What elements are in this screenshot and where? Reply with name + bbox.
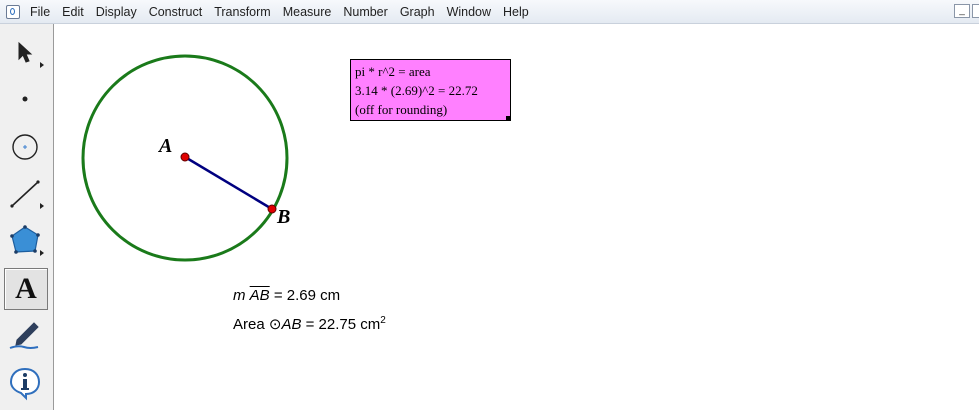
area-circle: AB bbox=[281, 316, 302, 333]
geometry-layer bbox=[81, 54, 289, 262]
menu-construct[interactable]: Construct bbox=[149, 5, 203, 19]
area-prefix: Area bbox=[233, 316, 265, 333]
submenu-arrow-icon bbox=[40, 203, 44, 209]
information-tool[interactable] bbox=[4, 362, 48, 404]
point-tool[interactable] bbox=[4, 78, 48, 120]
length-measurement[interactable]: m AB = 2.69 cm bbox=[233, 287, 340, 304]
caption-line-3: (off for rounding) bbox=[355, 102, 448, 117]
length-prefix: m bbox=[233, 287, 246, 304]
point-tool-icon bbox=[22, 96, 28, 102]
polygon-tool[interactable] bbox=[4, 220, 48, 262]
arrow-tool[interactable] bbox=[4, 32, 48, 74]
minimize-button[interactable]: _ bbox=[954, 4, 970, 18]
marker-tool-icon bbox=[9, 322, 39, 349]
caption-box[interactable]: pi * r^2 = area 3.14 * (2.69)^2 = 22.72 … bbox=[350, 59, 511, 121]
information-tool-icon bbox=[9, 367, 41, 401]
resize-handle[interactable] bbox=[506, 116, 510, 120]
menu-measure[interactable]: Measure bbox=[283, 5, 332, 19]
caption-line-1: pi * r^2 = area bbox=[355, 64, 431, 79]
area-exponent: 2 bbox=[380, 315, 386, 326]
menu-display[interactable]: Display bbox=[96, 5, 137, 19]
area-measurement[interactable]: Area ⊙AB = 22.75 cm2 bbox=[233, 315, 386, 333]
menu-help[interactable]: Help bbox=[503, 5, 529, 19]
restore-button[interactable] bbox=[972, 4, 979, 18]
circle-symbol-icon: ⊙ bbox=[268, 316, 282, 333]
menu-edit[interactable]: Edit bbox=[62, 5, 84, 19]
text-tool-icon: A bbox=[15, 272, 37, 305]
point-a[interactable] bbox=[180, 152, 190, 162]
caption-line-2: 3.14 * (2.69)^2 = 22.72 bbox=[355, 83, 478, 98]
length-value: = 2.69 cm bbox=[273, 287, 341, 304]
sketch-canvas[interactable]: A B bbox=[55, 25, 979, 410]
point-b[interactable] bbox=[267, 204, 277, 214]
marker-tool[interactable] bbox=[4, 315, 48, 357]
text-tool[interactable]: A bbox=[4, 268, 48, 310]
toolbox: A bbox=[0, 24, 54, 410]
point-b-label[interactable]: B bbox=[277, 206, 290, 229]
menu-number[interactable]: Number bbox=[343, 5, 387, 19]
length-segment: AB bbox=[249, 287, 270, 304]
menu-window[interactable]: Window bbox=[447, 5, 491, 19]
point-a-label[interactable]: A bbox=[159, 135, 172, 158]
submenu-arrow-icon bbox=[40, 62, 44, 68]
menu-bar: File Edit Display Construct Transform Me… bbox=[0, 0, 979, 24]
line-tool[interactable] bbox=[4, 173, 48, 215]
segment-ab[interactable] bbox=[184, 155, 273, 211]
compass-tool-icon bbox=[12, 134, 38, 160]
menu-graph[interactable]: Graph bbox=[400, 5, 435, 19]
submenu-arrow-icon bbox=[40, 250, 44, 256]
menu-file[interactable]: File bbox=[30, 5, 50, 19]
menu-items: File Edit Display Construct Transform Me… bbox=[30, 0, 541, 24]
area-value: = 22.75 cm bbox=[305, 316, 381, 333]
compass-tool[interactable] bbox=[4, 125, 48, 167]
menu-transform[interactable]: Transform bbox=[214, 5, 271, 19]
app-icon[interactable] bbox=[6, 5, 20, 19]
